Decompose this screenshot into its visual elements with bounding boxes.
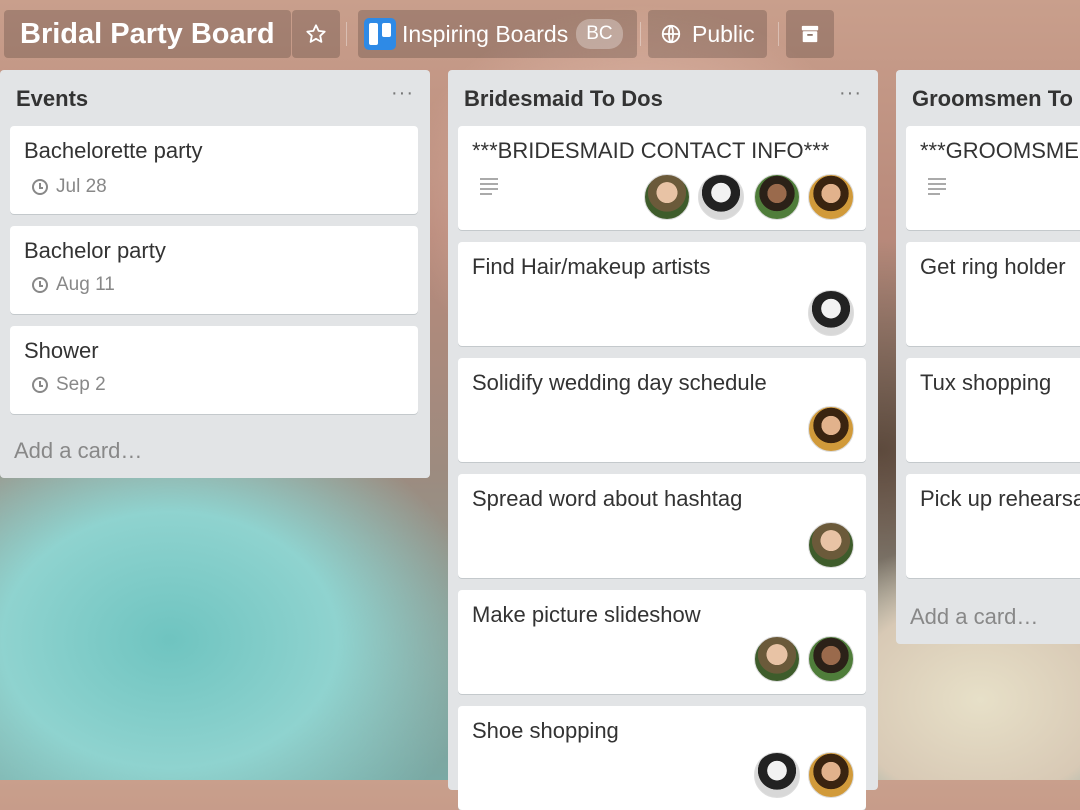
card-title: Make picture slideshow bbox=[472, 602, 701, 627]
clock-icon bbox=[32, 377, 48, 393]
member-avatar[interactable] bbox=[644, 174, 690, 220]
list-events: Events ··· Bachelorette party Jul 28 Bac… bbox=[0, 70, 430, 478]
card-title: Get ring holder bbox=[920, 254, 1066, 279]
member-avatar[interactable] bbox=[808, 406, 854, 452]
card[interactable]: ***BRIDESMAID CONTACT INFO*** bbox=[458, 126, 866, 230]
member-avatar[interactable] bbox=[754, 752, 800, 798]
card[interactable]: Find Hair/makeup artists bbox=[458, 242, 866, 346]
member-avatar[interactable] bbox=[698, 174, 744, 220]
card-title: ***BRIDESMAID CONTACT INFO*** bbox=[472, 138, 830, 163]
globe-icon bbox=[661, 24, 681, 44]
list-menu-button[interactable]: ··· bbox=[391, 82, 414, 105]
card-title: Shower bbox=[24, 338, 99, 363]
card-title: Bachelor party bbox=[24, 238, 166, 263]
card[interactable]: Bachelor party Aug 11 bbox=[10, 226, 418, 314]
description-icon bbox=[928, 178, 946, 195]
card[interactable]: Shoe shopping bbox=[458, 706, 866, 810]
member-avatar[interactable] bbox=[754, 636, 800, 682]
member-avatar[interactable] bbox=[808, 636, 854, 682]
due-date-badge: Jul 28 bbox=[32, 176, 107, 198]
card[interactable]: ***GROOMSMEN bbox=[906, 126, 1080, 230]
card-title: Tux shopping bbox=[920, 370, 1052, 395]
list-menu-button[interactable]: ··· bbox=[839, 82, 862, 105]
card-title: Pick up rehearsa bbox=[920, 486, 1080, 511]
member-avatar[interactable] bbox=[808, 522, 854, 568]
visibility-label: Public bbox=[692, 21, 755, 47]
card-title: Find Hair/makeup artists bbox=[472, 254, 711, 279]
card[interactable]: Shower Sep 2 bbox=[10, 326, 418, 414]
due-date: Jul 28 bbox=[56, 176, 107, 197]
member-avatar[interactable] bbox=[754, 174, 800, 220]
list-title[interactable]: Groomsmen To bbox=[896, 70, 1080, 120]
team-name: Inspiring Boards bbox=[402, 21, 569, 47]
card[interactable]: Tux shopping bbox=[906, 358, 1080, 462]
board-title[interactable]: Bridal Party Board bbox=[4, 10, 291, 58]
due-date: Sep 2 bbox=[56, 374, 106, 395]
card-title: Spread word about hashtag bbox=[472, 486, 743, 511]
card-title: Solidify wedding day schedule bbox=[472, 370, 767, 395]
trello-logo-icon bbox=[364, 18, 396, 50]
card[interactable]: Solidify wedding day schedule bbox=[458, 358, 866, 462]
team-button[interactable]: Inspiring Boards BC bbox=[358, 10, 637, 58]
board-header: Bridal Party Board Inspiring Boards BC P… bbox=[0, 0, 1080, 68]
add-card-button[interactable]: Add a card… bbox=[14, 438, 142, 464]
visibility-button[interactable]: Public bbox=[648, 10, 767, 58]
star-icon bbox=[306, 24, 326, 43]
due-date: Aug 11 bbox=[56, 274, 115, 295]
member-avatar[interactable] bbox=[808, 290, 854, 336]
card[interactable]: Bachelorette party Jul 28 bbox=[10, 126, 418, 214]
clock-icon bbox=[32, 277, 48, 293]
card[interactable]: Pick up rehearsa bbox=[906, 474, 1080, 578]
card-title: Bachelorette party bbox=[24, 138, 203, 163]
header-divider bbox=[778, 22, 779, 46]
card-title: ***GROOMSMEN bbox=[920, 138, 1080, 163]
list-title[interactable]: Events bbox=[0, 70, 430, 120]
due-date-badge: Aug 11 bbox=[32, 274, 115, 296]
header-divider bbox=[640, 22, 641, 46]
star-button[interactable] bbox=[292, 10, 340, 58]
list-bridesmaid-to-dos: Bridesmaid To Dos ··· ***BRIDESMAID CONT… bbox=[448, 70, 878, 810]
card[interactable]: Make picture slideshow bbox=[458, 590, 866, 694]
header-divider bbox=[346, 22, 347, 46]
member-avatar[interactable] bbox=[808, 752, 854, 798]
archive-button[interactable] bbox=[786, 10, 834, 58]
archive-icon bbox=[801, 25, 819, 43]
add-card-button[interactable]: Add a card… bbox=[910, 604, 1038, 630]
description-icon bbox=[480, 178, 498, 195]
list-title[interactable]: Bridesmaid To Dos bbox=[448, 70, 878, 120]
card-title: Shoe shopping bbox=[472, 718, 619, 743]
card[interactable]: Get ring holder bbox=[906, 242, 1080, 346]
member-avatar[interactable] bbox=[808, 174, 854, 220]
team-badge: BC bbox=[576, 19, 623, 49]
card[interactable]: Spread word about hashtag bbox=[458, 474, 866, 578]
list-groomsmen-to-dos: Groomsmen To ***GROOMSMEN Get ring holde… bbox=[896, 70, 1080, 644]
clock-icon bbox=[32, 179, 48, 195]
due-date-badge: Sep 2 bbox=[32, 374, 106, 396]
